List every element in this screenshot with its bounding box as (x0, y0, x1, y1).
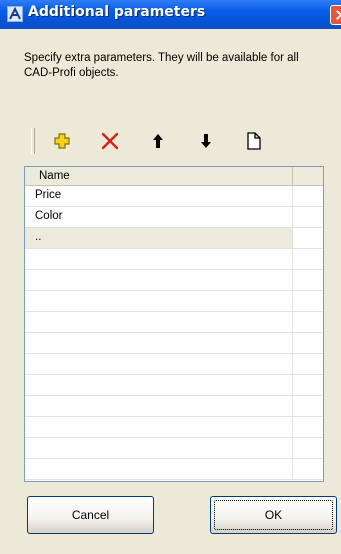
close-button[interactable] (330, 5, 341, 25)
name-cell[interactable]: Color (25, 207, 293, 227)
table-row[interactable] (25, 291, 323, 312)
name-cell[interactable] (25, 333, 293, 353)
table-row[interactable] (25, 333, 323, 354)
app-icon (7, 6, 23, 22)
name-cell[interactable] (25, 417, 293, 437)
table-row[interactable] (25, 354, 323, 375)
table-row[interactable] (25, 312, 323, 333)
name-cell[interactable] (25, 312, 293, 332)
table-row[interactable]: Color (25, 207, 323, 228)
name-cell[interactable] (25, 396, 293, 416)
name-cell[interactable] (25, 438, 293, 458)
delete-button[interactable] (98, 130, 122, 152)
name-cell[interactable] (25, 291, 293, 311)
name-cell[interactable]: .. (25, 228, 293, 248)
table-row[interactable] (25, 375, 323, 396)
add-button[interactable] (50, 130, 74, 152)
table-row[interactable]: .. (25, 228, 323, 249)
name-cell[interactable] (25, 354, 293, 374)
table-row[interactable] (25, 438, 323, 459)
cancel-button[interactable]: Cancel (27, 496, 154, 534)
parameters-grid[interactable]: Name Price Color.. (24, 166, 324, 482)
add-icon (54, 133, 70, 149)
name-cell[interactable]: Price (25, 186, 293, 206)
table-row[interactable] (25, 396, 323, 417)
move-up-button[interactable] (146, 130, 170, 152)
toolbar (24, 128, 324, 158)
document-icon (247, 132, 261, 150)
move-down-button[interactable] (194, 130, 218, 152)
arrow-up-icon (153, 134, 163, 148)
grid-header: Name (25, 167, 323, 186)
table-row[interactable] (25, 270, 323, 291)
name-cell[interactable] (25, 270, 293, 290)
name-cell[interactable] (25, 375, 293, 395)
ok-button[interactable]: OK (210, 496, 337, 534)
ok-button-label: OK (264, 508, 283, 522)
toolbar-grip[interactable] (31, 128, 35, 154)
table-row[interactable] (25, 417, 323, 438)
name-cell[interactable] (25, 459, 293, 479)
title-bar[interactable]: Additional parameters (0, 0, 341, 29)
name-column-header[interactable]: Name (25, 167, 293, 185)
table-row[interactable]: Price (25, 186, 323, 207)
name-cell[interactable] (25, 249, 293, 269)
delete-icon (101, 132, 119, 150)
table-row[interactable] (25, 249, 323, 270)
table-row[interactable] (25, 459, 323, 480)
description-text: Specify extra parameters. They will be a… (24, 52, 299, 79)
new-document-button[interactable] (242, 130, 266, 152)
arrow-down-icon (201, 134, 211, 148)
window-title: Additional parameters (28, 4, 206, 20)
